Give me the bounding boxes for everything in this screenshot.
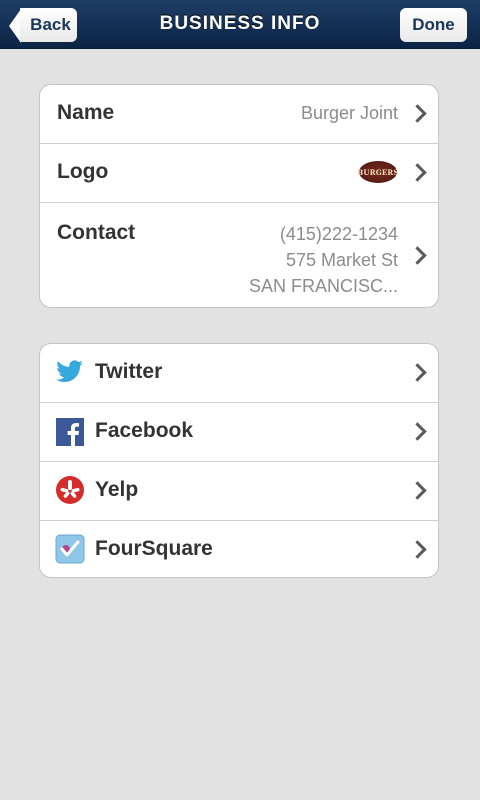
contact-phone: (415)222-1234 xyxy=(279,224,398,244)
yelp-icon xyxy=(56,476,84,504)
logo-row[interactable]: Logo BURGERS xyxy=(40,144,438,203)
facebook-icon xyxy=(56,418,84,446)
business-info-group: Name Burger Joint Logo BURGERS Contact (… xyxy=(39,84,439,308)
name-label: Name xyxy=(57,101,115,124)
name-value: Burger Joint xyxy=(300,103,398,123)
facebook-label: Facebook xyxy=(95,419,194,442)
social-row-yelp[interactable]: Yelp xyxy=(40,462,438,521)
yelp-label: Yelp xyxy=(95,478,139,501)
navigation-bar: BUSINESS INFO Back Done xyxy=(0,0,480,49)
logo-thumbnail: BURGERS xyxy=(357,161,399,183)
chevron-right-icon xyxy=(408,363,427,382)
foursquare-icon xyxy=(55,534,85,564)
social-row-twitter[interactable]: Twitter xyxy=(40,344,438,403)
chevron-right-icon xyxy=(408,540,427,559)
back-button[interactable]: Back xyxy=(20,8,77,42)
twitter-icon xyxy=(56,360,83,383)
logo-label: Logo xyxy=(57,160,109,183)
contact-street: 575 Market St xyxy=(285,250,398,270)
foursquare-label: FourSquare xyxy=(95,537,213,560)
social-row-foursquare[interactable]: FourSquare xyxy=(40,521,438,577)
chevron-right-icon xyxy=(408,481,427,500)
contact-label: Contact xyxy=(57,221,136,244)
name-row[interactable]: Name Burger Joint xyxy=(40,85,438,144)
chevron-right-icon xyxy=(408,246,427,265)
chevron-right-icon xyxy=(408,163,427,182)
done-button[interactable]: Done xyxy=(400,8,467,42)
contact-city: SAN FRANCISC... xyxy=(248,276,398,296)
social-group: Twitter Facebook Yelp FourSquare xyxy=(39,343,439,578)
chevron-right-icon xyxy=(408,104,427,123)
logo-text: BURGERS xyxy=(357,167,399,177)
social-row-facebook[interactable]: Facebook xyxy=(40,403,438,462)
chevron-right-icon xyxy=(408,422,427,441)
contact-details: (415)222-1234 575 Market St SAN FRANCISC… xyxy=(249,221,398,299)
contact-row[interactable]: Contact (415)222-1234 575 Market St SAN … xyxy=(40,203,438,307)
twitter-label: Twitter xyxy=(95,360,163,383)
